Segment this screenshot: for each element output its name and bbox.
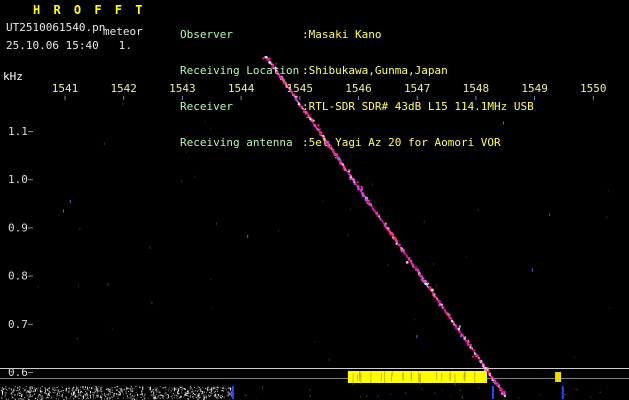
info-row-receiver: Receiver :RTL-SDR SDR# 43dB L15 114.1MHz… xyxy=(180,101,534,113)
y-axis-unit-label: kHz xyxy=(3,70,23,83)
y-tick-mark xyxy=(28,324,33,325)
detection-tick xyxy=(562,386,564,399)
station-info: Observer :Masaki Kano Receiving Location… xyxy=(180,5,534,173)
detection-tick xyxy=(232,386,234,399)
info-row-antenna: Receiving antenna :5el Yagi Az 20 for Ao… xyxy=(180,137,534,149)
signal-level-noise xyxy=(1,386,601,400)
observation-datetime: 25.10.06 15:40 1. xyxy=(6,39,132,52)
y-tick-label: 0.7 xyxy=(8,318,28,331)
info-label: Receiving Location xyxy=(180,65,302,77)
y-tick-label: 1.1 xyxy=(8,125,28,138)
y-tick-mark xyxy=(28,372,33,373)
info-label: Receiver xyxy=(180,101,302,113)
x-tick-label: 1541 xyxy=(52,82,79,95)
y-axis-labels: 1.1 1.0 0.9 0.8 0.7 0.6 xyxy=(8,125,33,379)
x-tick-label: 1542 xyxy=(110,82,137,95)
observation-tag: meteor xyxy=(103,25,143,38)
info-value: :Shibukawa,Gunma,Japan xyxy=(302,65,448,77)
baseline-lower xyxy=(0,378,629,379)
short-echo-mark xyxy=(555,372,561,382)
info-value: :Masaki Kano xyxy=(302,29,381,41)
output-filename: UT2510061540.pn xyxy=(6,21,105,34)
y-tick-label: 0.6 xyxy=(8,366,28,379)
y-tick-mark xyxy=(28,276,33,277)
x-tick-label: 1550 xyxy=(580,82,607,95)
info-label: Observer xyxy=(180,29,302,41)
baseline-upper xyxy=(0,368,629,369)
x-tick-mark xyxy=(593,96,594,100)
long-echo-bar xyxy=(348,371,487,386)
hrofft-screen: 1541154215431544154515461547154815491550… xyxy=(0,0,629,400)
info-row-location: Receiving Location :Shibukawa,Gunma,Japa… xyxy=(180,65,534,77)
info-value: :5el Yagi Az 20 for Aomori VOR xyxy=(302,137,501,149)
x-tick-mark xyxy=(123,96,124,100)
y-tick-mark xyxy=(28,179,33,180)
x-tick-mark xyxy=(534,96,535,100)
y-tick-mark xyxy=(28,227,33,228)
y-tick-label: 0.9 xyxy=(8,221,28,234)
y-tick-label: 1.0 xyxy=(8,173,28,186)
x-tick-mark xyxy=(65,96,66,100)
app-title: H R O F F T xyxy=(33,3,145,17)
info-label: Receiving antenna xyxy=(180,137,302,149)
detection-tick xyxy=(492,386,494,399)
y-tick-mark xyxy=(28,131,33,132)
info-row-observer: Observer :Masaki Kano xyxy=(180,29,534,41)
y-tick-label: 0.8 xyxy=(8,270,28,283)
info-value: :RTL-SDR SDR# 43dB L15 114.1MHz USB xyxy=(302,101,534,113)
